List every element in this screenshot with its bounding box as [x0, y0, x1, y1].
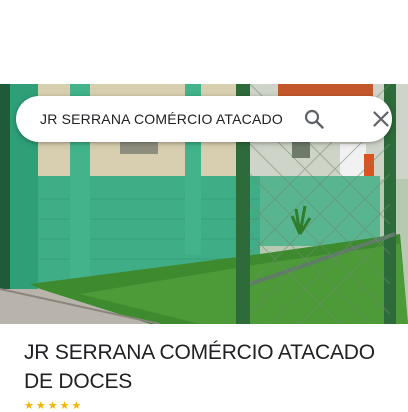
star-icon: ★: [24, 400, 34, 412]
rating-stars[interactable]: ★ ★ ★ ★ ★: [24, 400, 81, 412]
search-bar[interactable]: JR SERRANA COMÉRCIO ATACADO: [16, 96, 392, 142]
search-icon[interactable]: [303, 108, 325, 130]
search-input[interactable]: JR SERRANA COMÉRCIO ATACADO: [40, 96, 283, 142]
close-icon[interactable]: [370, 108, 392, 130]
star-icon: ★: [47, 400, 58, 412]
star-icon: ★: [71, 400, 82, 412]
star-icon: ★: [35, 400, 46, 412]
top-blank-area: [0, 0, 408, 84]
place-title: JR SERRANA COMÉRCIO ATACADO DE DOCES: [24, 341, 375, 393]
star-icon: ★: [59, 400, 70, 412]
